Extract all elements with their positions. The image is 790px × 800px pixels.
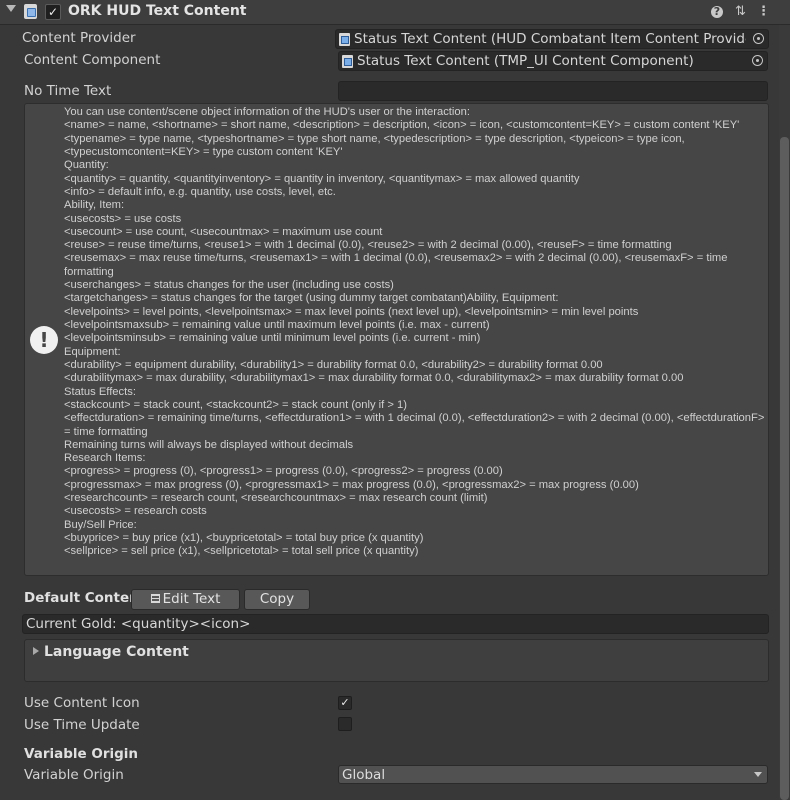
content-component-field[interactable]: Status Text Content (TMP_UI Content Comp… <box>338 51 768 71</box>
help-line: <levelpointsmaxsub> = remaining value un… <box>64 319 490 331</box>
chevron-down-icon <box>754 772 762 777</box>
use-time-update-checkbox[interactable] <box>338 717 352 731</box>
help-line: <sellprice> = sell price (x1), <sellpric… <box>64 545 419 558</box>
help-line: <info> = default info, e.g. quantity, us… <box>64 185 336 198</box>
help-line: <targetchanges> = status changes for the… <box>64 292 559 305</box>
help-line: <name> = name, <shortname> = short name,… <box>64 119 740 132</box>
content-provider-label: Content Provider <box>22 30 136 46</box>
help-line: <usecount> = use count, <usecountmax> = … <box>64 225 383 238</box>
use-time-update-label: Use Time Update <box>24 717 140 733</box>
use-content-icon-label: Use Content Icon <box>24 695 140 711</box>
copy-button[interactable]: Copy <box>244 589 310 610</box>
help-line: <usecosts> = use costs <box>64 212 182 225</box>
help-line: <reuse> = reuse time/turns, <reuse1> = w… <box>64 239 672 252</box>
component-title: ORK HUD Text Content <box>68 3 247 19</box>
help-line: <progress> = progress (0), <progress1> =… <box>64 465 503 478</box>
edit-text-button[interactable]: Edit Text <box>131 589 240 610</box>
default-content-value: Current Gold: <quantity><icon> <box>26 616 251 632</box>
help-line: Buy/Sell Price: <box>64 518 137 531</box>
help-line: Remaining turns will always be displayed… <box>64 438 354 451</box>
script-icon <box>24 4 37 19</box>
variable-origin-label: Variable Origin <box>24 767 124 783</box>
default-content-input[interactable]: Current Gold: <quantity><icon> <box>22 614 769 634</box>
help-line: Equipment: <box>64 345 121 358</box>
help-line: <durabilitymax> = max durability, <durab… <box>64 372 684 385</box>
object-picker-icon[interactable] <box>751 54 765 68</box>
copy-label: Copy <box>259 591 295 607</box>
foldout-arrow-icon[interactable] <box>6 5 16 12</box>
help-line: <userchanges> = status changes for the u… <box>64 279 394 292</box>
expand-arrow-icon[interactable] <box>33 647 39 655</box>
help-line: Research Items: <box>64 452 146 465</box>
more-menu-icon[interactable]: ⋮ <box>756 4 771 19</box>
help-line: You can use content/scene object informa… <box>64 106 470 118</box>
help-line: Status Effects: <box>64 385 136 398</box>
edit-text-label: Edit Text <box>162 591 221 607</box>
script-object-icon <box>339 33 350 46</box>
no-time-text-input[interactable] <box>338 81 768 101</box>
text-edit-icon <box>150 594 160 603</box>
help-line: <researchcount> = research count, <resea… <box>64 492 488 505</box>
warning-icon: ! <box>30 326 58 354</box>
language-content-label[interactable]: Language Content <box>44 644 189 660</box>
help-line: <quantity> = quantity, <quantityinventor… <box>64 172 580 185</box>
help-line: <levelpointsminsub> = remaining value un… <box>64 332 481 345</box>
component-enabled-checkbox[interactable]: ✓ <box>45 4 61 20</box>
help-line: <levelpoints> = level points, <levelpoin… <box>64 305 639 318</box>
help-line: <buyprice> = buy price (x1), <buypriceto… <box>64 532 424 544</box>
content-provider-field[interactable]: Status Text Content (HUD Combatant Item … <box>335 29 769 49</box>
help-line: <reusemax> = max reuse time/turns, <reus… <box>64 252 728 278</box>
help-line: <typename> = type name, <typeshortname> … <box>64 132 685 158</box>
help-line: <usecosts> = research costs <box>64 505 207 518</box>
content-component-value: Status Text Content (TMP_UI Content Comp… <box>357 53 694 69</box>
content-provider-value: Status Text Content (HUD Combatant Item … <box>354 31 746 47</box>
help-line: Ability, Item: <box>64 199 125 212</box>
default-content-label: Default Content <box>24 590 146 606</box>
help-icon[interactable]: ? <box>711 6 723 18</box>
help-line: <stackcount> = stack count, <stackcount2… <box>64 398 407 411</box>
preset-icon[interactable]: ⇅ <box>733 4 748 19</box>
help-line: Quantity: <box>64 159 109 172</box>
help-line: <progressmax> = max progress (0), <progr… <box>64 478 639 491</box>
variable-origin-value: Global <box>342 767 386 783</box>
object-picker-icon[interactable] <box>752 32 766 46</box>
help-line: <durability> = equipment durability, <du… <box>64 358 603 371</box>
help-line: <effectduration> = remaining time/turns,… <box>64 412 765 438</box>
content-component-label: Content Component <box>24 52 161 68</box>
use-content-icon-checkbox[interactable]: ✓ <box>338 696 352 710</box>
variable-origin-dropdown[interactable]: Global <box>338 765 768 784</box>
variable-origin-section-label: Variable Origin <box>24 746 139 762</box>
no-time-text-label: No Time Text <box>24 83 112 99</box>
scrollbar-thumb[interactable] <box>780 137 789 800</box>
help-text: You can use content/scene object informa… <box>64 106 766 559</box>
script-object-icon <box>342 55 353 68</box>
